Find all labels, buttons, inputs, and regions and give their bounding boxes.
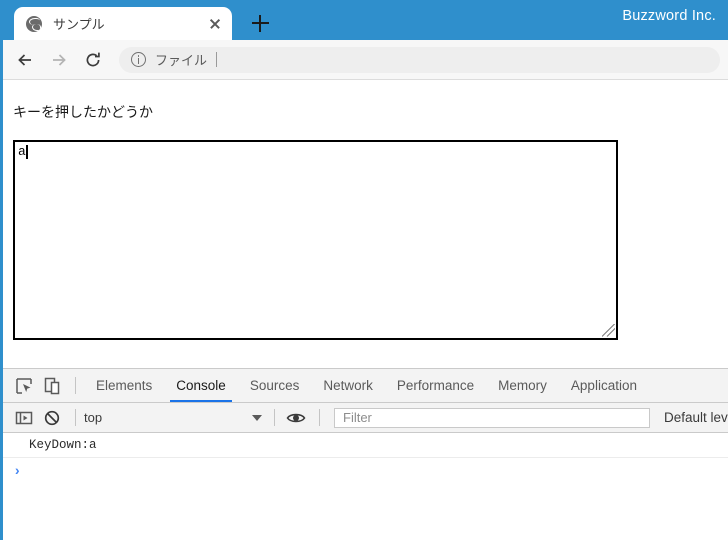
text-caret (26, 145, 28, 159)
console-toolbar-divider-2 (274, 409, 275, 426)
toolbar-divider (75, 377, 76, 394)
tab-title: サンプル (53, 17, 105, 32)
tab-elements[interactable]: Elements (84, 369, 164, 402)
close-icon[interactable] (206, 15, 224, 33)
address-bar[interactable]: ファイル (119, 46, 720, 73)
console-toolbar-divider-3 (319, 409, 320, 426)
tab-memory[interactable]: Memory (486, 369, 559, 402)
textarea-value: a (18, 144, 26, 159)
new-tab-button[interactable] (245, 8, 275, 38)
clear-console-icon[interactable] (39, 405, 65, 431)
inspect-cursor-icon[interactable] (11, 373, 37, 399)
browser-window: サンプル Buzzword Inc. ファイル キーを押したかどうか a Ele… (0, 0, 728, 540)
navigation-toolbar: ファイル (3, 40, 728, 80)
execution-context-select[interactable]: top (84, 410, 266, 425)
execution-context-value: top (84, 410, 103, 425)
devtools-tabbar: Elements Console Sources Network Perform… (3, 369, 728, 403)
resize-handle[interactable] (602, 324, 615, 337)
console-toolbar: top Filter Default levels (3, 403, 728, 433)
browser-tab[interactable]: サンプル (14, 7, 232, 40)
chevron-down-icon (252, 414, 262, 421)
console-toolbar-divider-1 (75, 409, 76, 426)
address-bar-caret (216, 52, 218, 67)
log-levels-select[interactable]: Default levels (664, 410, 728, 425)
globe-icon (26, 15, 42, 32)
address-bar-text: ファイル (155, 53, 208, 68)
textarea-input[interactable]: a (13, 140, 618, 340)
eye-icon[interactable] (283, 405, 309, 431)
info-circle-icon[interactable] (131, 52, 146, 67)
reload-icon[interactable] (77, 44, 109, 76)
window-brand-label: Buzzword Inc. (622, 8, 716, 24)
console-output: KeyDown:a › (3, 433, 728, 486)
page-content: キーを押したかどうか a (3, 80, 728, 368)
back-arrow-icon[interactable] (9, 44, 41, 76)
page-title: キーを押したかどうか (13, 104, 153, 120)
console-message: KeyDown:a (3, 433, 728, 458)
prompt-arrow-icon: › (13, 464, 22, 480)
filter-input[interactable]: Filter (334, 407, 650, 428)
devtools-panel: Elements Console Sources Network Perform… (3, 368, 728, 538)
title-bar: サンプル Buzzword Inc. (3, 0, 728, 40)
forward-arrow-icon (43, 44, 75, 76)
tab-performance[interactable]: Performance (385, 369, 486, 402)
console-sidebar-icon[interactable] (11, 405, 37, 431)
tab-application[interactable]: Application (559, 369, 649, 402)
tab-sources[interactable]: Sources (238, 369, 312, 402)
device-toolbar-icon[interactable] (39, 373, 65, 399)
tab-network[interactable]: Network (311, 369, 385, 402)
tab-console[interactable]: Console (164, 369, 238, 402)
console-prompt[interactable]: › (3, 458, 728, 486)
